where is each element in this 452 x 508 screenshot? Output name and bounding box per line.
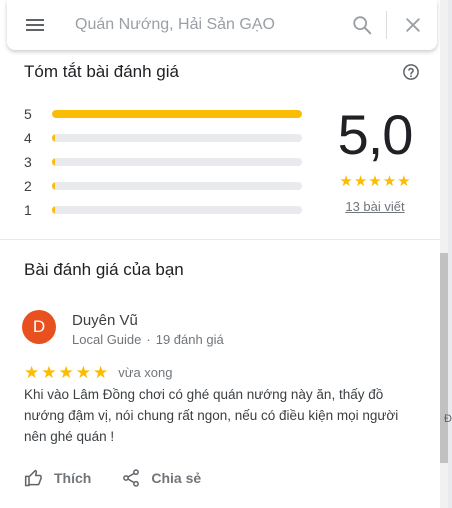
rating-bar-row[interactable]: 5	[24, 102, 314, 126]
like-label: Thích	[54, 470, 92, 486]
rating-bar-fill	[52, 158, 55, 166]
rating-bar-row[interactable]: 1	[24, 198, 314, 222]
help-circle-icon[interactable]	[402, 63, 420, 81]
share-button[interactable]: Chia sẻ	[121, 468, 201, 488]
menu-button[interactable]	[7, 0, 63, 50]
search-icon	[353, 16, 372, 35]
star-icon: ★	[41, 363, 57, 382]
search-button[interactable]	[340, 0, 384, 50]
map-edge[interactable]	[448, 0, 452, 508]
hamburger-menu-icon	[26, 19, 44, 31]
star-icon: ★	[397, 173, 411, 190]
rating-bar-label: 2	[24, 178, 32, 194]
star-icon: ★	[75, 363, 91, 382]
star-icon: ★	[93, 363, 109, 382]
share-label: Chia sẻ	[151, 470, 202, 486]
rating-bar-row[interactable]: 3	[24, 150, 314, 174]
star-icon: ★	[339, 173, 353, 190]
rating-bar-row[interactable]: 2	[24, 174, 314, 198]
reviewer: D Duyên Vũ Local Guide · 19 đánh giá	[22, 310, 224, 349]
search-input[interactable]	[63, 0, 340, 50]
star-icon: ★	[382, 173, 397, 190]
rating-bar-fill	[52, 110, 302, 118]
star-icon: ★	[24, 363, 40, 382]
rating-distribution: 5 4 3 2 1	[24, 102, 314, 222]
reviewer-name[interactable]: Duyên Vũ	[72, 311, 224, 331]
section-divider	[0, 239, 440, 240]
review-rating: ★ ★ ★ ★ ★ vừa xong	[24, 363, 173, 382]
average-score: 5,0	[337, 103, 414, 166]
review-stars: ★ ★ ★ ★ ★	[24, 363, 110, 382]
your-review-title: Bài đánh giá của bạn	[24, 260, 184, 279]
average-stars: ★ ★ ★ ★ ★	[325, 174, 425, 189]
rating-bar-track	[52, 206, 302, 214]
review-summary-title: Tóm tắt bài đánh giá	[24, 62, 179, 81]
average-rating-block: 5,0 ★ ★ ★ ★ ★ 13 bài viết	[325, 103, 425, 215]
star-icon: ★	[58, 363, 74, 382]
rating-bar-fill	[52, 206, 55, 214]
review-actions: Thích Chia sẻ	[24, 468, 231, 488]
review-time: vừa xong	[118, 365, 173, 380]
reviewer-meta: Local Guide · 19 đánh giá	[72, 331, 224, 349]
rating-bar-track	[52, 158, 302, 166]
close-search-button[interactable]	[389, 0, 437, 50]
search-divider	[386, 11, 387, 39]
meta-separator: ·	[146, 332, 151, 347]
local-guide-badge: Local Guide	[72, 332, 142, 347]
review-summary-header: Tóm tắt bài đánh giá	[24, 60, 420, 84]
rating-bar-fill	[52, 182, 55, 190]
map-label-glimpse: Đ	[444, 413, 452, 425]
rating-bar-track	[52, 134, 302, 142]
star-icon: ★	[368, 173, 382, 190]
rating-bar-fill	[52, 134, 55, 142]
thumbs-up-icon	[24, 469, 42, 487]
avatar[interactable]: D	[22, 310, 56, 344]
place-panel: Tóm tắt bài đánh giá 5 4 3 2 1 5,0	[0, 0, 440, 508]
close-icon	[406, 18, 420, 32]
review-count-link[interactable]: 13 bài viết	[325, 199, 425, 214]
scrollbar-thumb[interactable]	[440, 253, 448, 463]
rating-bar-label: 5	[24, 106, 32, 122]
review-text: Khi vào Lâm Đồng chơi có ghé quán nướng …	[24, 387, 399, 444]
star-icon: ★	[353, 173, 368, 190]
reviewer-info: Duyên Vũ Local Guide · 19 đánh giá	[72, 311, 224, 349]
share-icon	[123, 469, 140, 487]
rating-bar-track	[52, 110, 302, 118]
reviewer-review-count: 19 đánh giá	[155, 332, 224, 347]
rating-bar-label: 4	[24, 130, 32, 146]
rating-bar-track	[52, 182, 302, 190]
search-bar	[7, 0, 437, 50]
rating-bar-label: 3	[24, 154, 32, 170]
rating-bar-label: 1	[24, 202, 32, 218]
like-button[interactable]: Thích	[24, 468, 91, 488]
rating-bar-row[interactable]: 4	[24, 126, 314, 150]
